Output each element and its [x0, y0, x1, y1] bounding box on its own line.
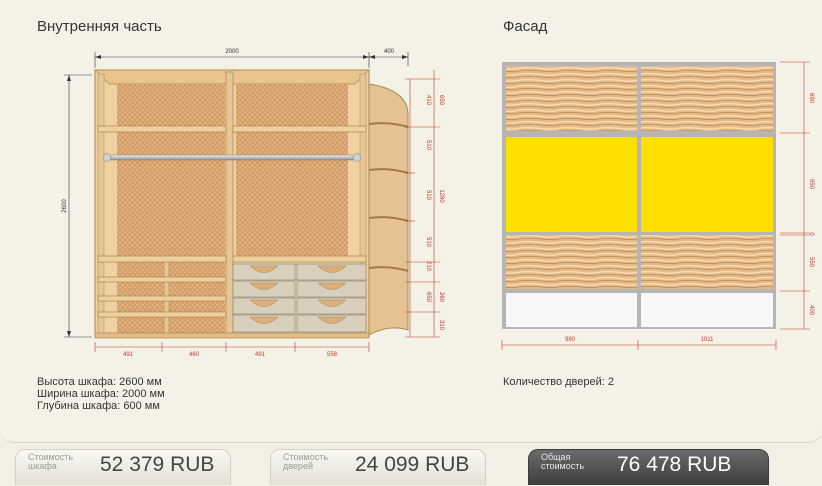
- shelf-low-2: [97, 295, 227, 302]
- dim-side-depth: 400: [384, 49, 395, 55]
- shelf-top-right: [232, 125, 367, 133]
- dim-right: 310: [438, 320, 444, 331]
- drawers: [232, 263, 367, 333]
- interior-info: Высота шкафа: 2600 мм Ширина шкафа: 2000…: [37, 376, 165, 412]
- dim-height: 2600: [62, 199, 68, 213]
- dim-bottom: 558: [327, 352, 338, 358]
- dim-right: 1280: [438, 189, 444, 203]
- shelf-low-3: [97, 311, 227, 318]
- rod-end-left: [102, 153, 112, 162]
- content-panel: Внутренняя часть Фасад 2000 400 2600 650…: [0, 0, 822, 443]
- hanging-rod: [105, 154, 359, 161]
- shelf-low-1: [97, 276, 227, 283]
- price-doors: Стоимость дверей 24 099 RUB: [270, 449, 486, 485]
- price-cabinet: Стоимость шкафа 52 379 RUB: [15, 449, 231, 485]
- price-total-value: 76 478 RUB: [617, 453, 732, 476]
- facade-dim-right: 950: [808, 179, 814, 190]
- dim-right: 510: [425, 190, 431, 201]
- facade-wood-top-left: [506, 66, 637, 131]
- price-doors-value: 24 099 RUB: [355, 453, 470, 476]
- dim-right: 210: [425, 261, 431, 272]
- dim-bottom: 460: [189, 352, 200, 358]
- shelf-mid-left: [97, 255, 227, 263]
- dim-width: 2000: [225, 49, 239, 55]
- dim-right: 650: [425, 292, 431, 303]
- facade-wood-low-right: [641, 235, 773, 289]
- interior-drawing: 2000 400 2600 650 410 510 510 510 1280 2…: [62, 49, 444, 358]
- rod-end-right: [352, 153, 362, 162]
- facade-dim-right: 0: [808, 232, 814, 236]
- dim-right: 410: [425, 95, 431, 106]
- facade-drawing: 690 950 0 550 400 980 1011: [501, 61, 814, 350]
- dim-right: 510: [425, 140, 431, 151]
- cabinet-divider: [225, 71, 234, 338]
- cabinet-width-text: Ширина шкафа: 2000 мм: [37, 388, 165, 400]
- facade-dim-bottom: 1011: [701, 337, 715, 343]
- facade-dim-right: 400: [808, 305, 814, 316]
- back-panel-right: [236, 84, 348, 260]
- dim-bottom: 491: [123, 352, 134, 358]
- price-doors-label: Стоимость дверей: [283, 452, 329, 471]
- price-cabinet-value: 52 379 RUB: [100, 453, 215, 476]
- shelf-top-left: [97, 125, 227, 133]
- facade-yellow-right: [641, 137, 773, 232]
- back-panel-left: [117, 84, 225, 260]
- facade-white-right: [641, 293, 773, 327]
- price-total: Общая стоимость 76 478 RUB: [528, 449, 769, 485]
- price-total-label: Общая стоимость: [541, 452, 585, 471]
- facade-dim-right: 550: [808, 257, 814, 268]
- side-shelf-unit: [368, 83, 409, 336]
- cabinet-plinth: [94, 332, 370, 339]
- dim-bottom: 491: [255, 352, 266, 358]
- door-count-text: Количество дверей: 2: [503, 376, 614, 388]
- interior-title: Внутренняя часть: [37, 18, 162, 35]
- facade-wood-top-right: [641, 66, 773, 131]
- facade-yellow-left: [506, 137, 637, 232]
- dim-right: 510: [425, 237, 431, 248]
- facade-wood-low-left: [506, 235, 637, 289]
- facade-title: Фасад: [503, 18, 548, 35]
- cabinet-depth-text: Глубина шкафа: 600 мм: [37, 400, 160, 412]
- facade-white-left: [506, 293, 637, 327]
- dim-right: 650: [438, 95, 444, 106]
- shelf-mid-right: [232, 255, 367, 263]
- facade-dim-bottom: 980: [565, 337, 576, 343]
- dim-right: 260: [438, 292, 444, 303]
- price-cabinet-label: Стоимость шкафа: [28, 452, 74, 471]
- facade-info: Количество дверей: 2: [503, 376, 614, 388]
- facade-dim-right: 690: [808, 93, 814, 104]
- cabinet-height-text: Высота шкафа: 2600 мм: [37, 376, 162, 388]
